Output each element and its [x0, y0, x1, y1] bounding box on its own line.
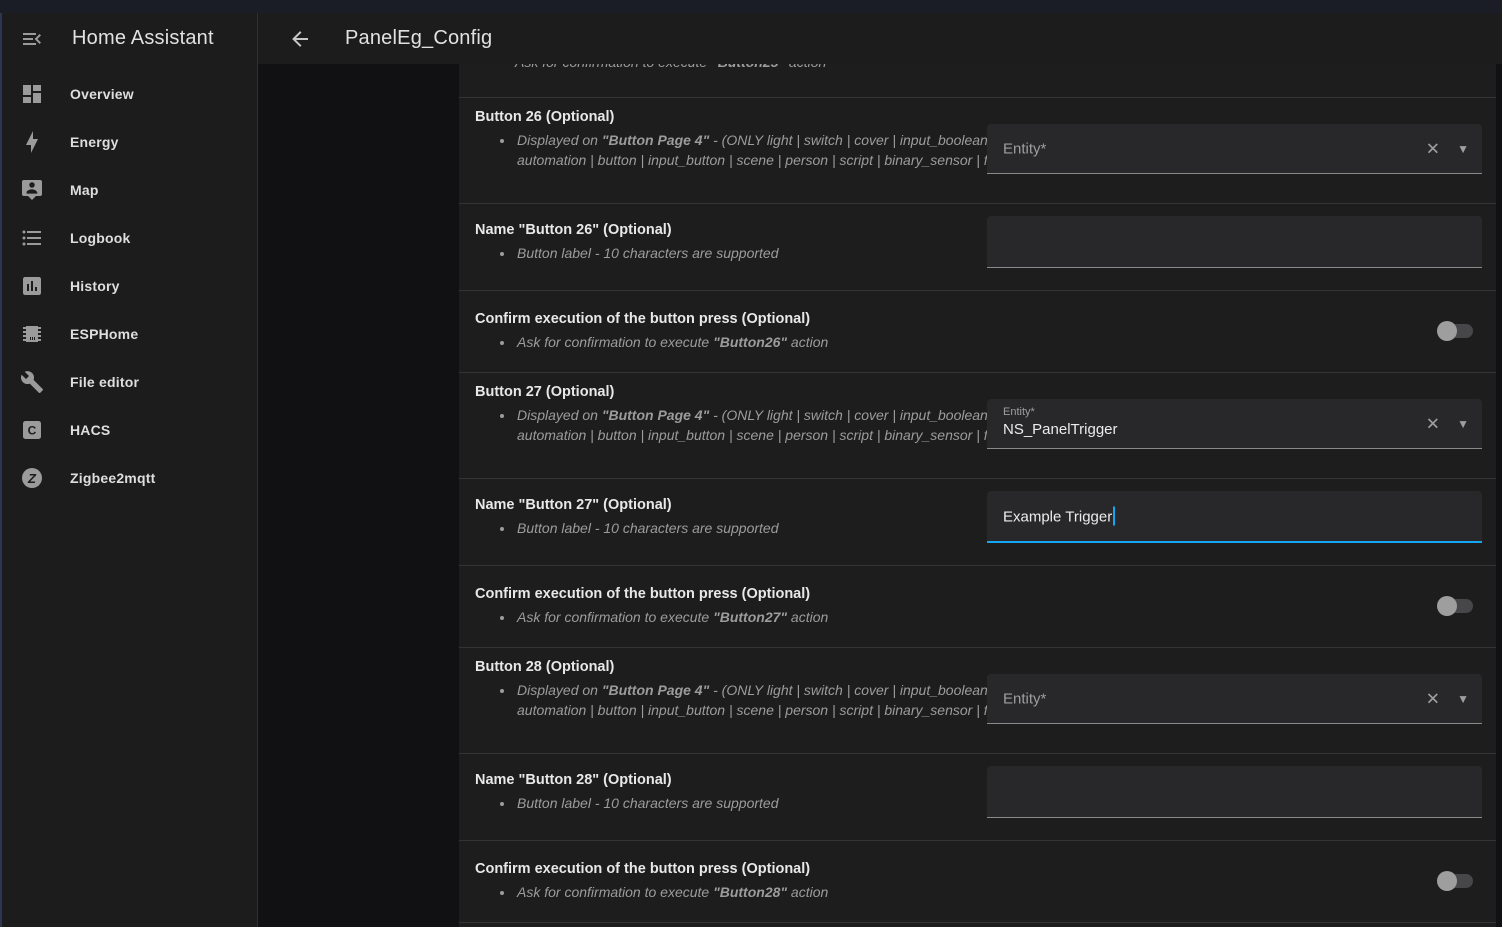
field-description: Button label - 10 characters are support… — [515, 243, 1024, 263]
field-title: Confirm execution of the button press (O… — [475, 311, 1024, 327]
sidebar-item-label: ESPHome — [70, 326, 138, 342]
sidebar-item-label: History — [70, 278, 120, 294]
chip-icon — [20, 322, 44, 346]
row-button-27-confirm: Confirm execution of the button press (O… — [459, 565, 1496, 647]
svg-text:C: C — [28, 424, 37, 438]
window-top-strip — [0, 0, 1502, 13]
svg-text:Z: Z — [27, 471, 37, 486]
toggle-knob — [1437, 871, 1457, 891]
app-root: Home Assistant Overview Energy Map — [0, 13, 1502, 927]
field-title: Button 27 (Optional) — [475, 384, 1024, 400]
row-button-27-entity: Button 27 (Optional) Displayed on "Butto… — [459, 372, 1496, 478]
menu-open-icon[interactable] — [20, 27, 44, 51]
field-title: Confirm execution of the button press (O… — [475, 861, 1024, 877]
zigbee-icon: Z — [20, 466, 44, 490]
entity-picker-button-26[interactable]: Entity* ✕ ▼ — [987, 124, 1482, 174]
entity-picker-button-27[interactable]: Entity* NS_PanelTrigger ✕ ▼ — [987, 399, 1482, 449]
field-description: Displayed on "Button Page 4" - (ONLY lig… — [515, 405, 1024, 445]
clear-icon[interactable]: ✕ — [1426, 140, 1440, 157]
page-header: PanelEg_Config — [258, 13, 1502, 64]
field-description: Ask for confirmation to execute "Button2… — [515, 882, 1024, 902]
toggle-knob — [1437, 321, 1457, 341]
app-title: Home Assistant — [72, 27, 214, 50]
chevron-down-icon[interactable]: ▼ — [1457, 143, 1469, 155]
field-title: Name "Button 28" (Optional) — [475, 772, 1024, 788]
field-title: Confirm execution of the button press (O… — [475, 586, 1024, 602]
field-title: Name "Button 26" (Optional) — [475, 222, 1024, 238]
hacs-icon: C — [20, 418, 44, 442]
text-cursor — [1113, 507, 1115, 526]
view-dashboard-icon — [20, 82, 44, 106]
sidebar: Home Assistant Overview Energy Map — [2, 13, 258, 927]
format-list-bulleted-icon — [20, 226, 44, 250]
row-button-26-name: Name "Button 26" (Optional) Button label… — [459, 203, 1496, 290]
lightning-bolt-icon — [20, 130, 44, 154]
field-description: Button label - 10 characters are support… — [515, 518, 1024, 538]
name-input-button-26[interactable] — [987, 216, 1482, 268]
sidebar-item-map[interactable]: Map — [2, 166, 257, 214]
row-button-28-entity: Button 28 (Optional) Displayed on "Butto… — [459, 647, 1496, 753]
clipped-description: Ask for confirmation to execute "Button2… — [459, 64, 1496, 72]
sidebar-item-label: Map — [70, 182, 99, 198]
sidebar-item-logbook[interactable]: Logbook — [2, 214, 257, 262]
name-input-button-28[interactable] — [987, 766, 1482, 818]
row-button-28-name: Name "Button 28" (Optional) Button label… — [459, 753, 1496, 840]
row-button-28-confirm: Confirm execution of the button press (O… — [459, 840, 1496, 922]
sidebar-item-file-editor[interactable]: File editor — [2, 358, 257, 406]
sidebar-items: Overview Energy Map Logbook — [2, 70, 257, 502]
sidebar-item-label: Logbook — [70, 230, 131, 246]
sidebar-item-esphome[interactable]: ESPHome — [2, 310, 257, 358]
chart-box-icon — [20, 274, 44, 298]
wrench-icon — [20, 370, 44, 394]
sidebar-item-label: Energy — [70, 134, 119, 150]
confirm-toggle-button-28[interactable] — [1437, 871, 1474, 891]
sidebar-item-label: Overview — [70, 86, 134, 102]
sidebar-header: Home Assistant — [2, 13, 257, 64]
confirm-toggle-button-26[interactable] — [1437, 321, 1474, 341]
arrow-left-icon[interactable] — [288, 27, 312, 51]
row-button-27-name: Name "Button 27" (Optional) Button label… — [459, 478, 1496, 565]
page-title: PanelEg_Config — [345, 27, 492, 50]
tooltip-account-icon — [20, 178, 44, 202]
field-description: Ask for confirmation to execute "Button2… — [515, 332, 1024, 352]
sidebar-item-overview[interactable]: Overview — [2, 70, 257, 118]
field-description: Displayed on "Button Page 4" - (ONLY lig… — [515, 130, 1024, 170]
chevron-down-icon[interactable]: ▼ — [1457, 693, 1469, 705]
clipped-row-confirm-button25: Ask for confirmation to execute "Button2… — [459, 64, 1496, 97]
entity-value: NS_PanelTrigger — [1003, 421, 1118, 438]
sidebar-item-label: Zigbee2mqtt — [70, 470, 155, 486]
entity-placeholder: Entity* — [1003, 690, 1046, 707]
field-title: Name "Button 27" (Optional) — [475, 497, 1024, 513]
config-form-card: Ask for confirmation to execute "Button2… — [459, 64, 1496, 927]
field-title: Button 28 (Optional) — [475, 659, 1024, 675]
clear-icon[interactable]: ✕ — [1426, 690, 1440, 707]
entity-label: Entity* — [1003, 406, 1035, 418]
clear-icon[interactable]: ✕ — [1426, 415, 1440, 432]
chevron-down-icon[interactable]: ▼ — [1457, 418, 1469, 430]
content-area: Ask for confirmation to execute "Button2… — [258, 64, 1502, 927]
confirm-toggle-button-27[interactable] — [1437, 596, 1474, 616]
sidebar-item-label: File editor — [70, 374, 139, 390]
row-button-26-confirm: Confirm execution of the button press (O… — [459, 290, 1496, 372]
field-title: Button 26 (Optional) — [475, 109, 1024, 125]
sidebar-item-zigbee2mqtt[interactable]: Z Zigbee2mqtt — [2, 454, 257, 502]
name-input-button-27[interactable]: Example Trigger — [987, 491, 1482, 543]
sidebar-item-hacs[interactable]: C HACS — [2, 406, 257, 454]
field-description: Ask for confirmation to execute "Button2… — [515, 607, 1024, 627]
sidebar-item-energy[interactable]: Energy — [2, 118, 257, 166]
sidebar-item-label: HACS — [70, 422, 110, 438]
field-description: Button label - 10 characters are support… — [515, 793, 1024, 813]
entity-placeholder: Entity* — [1003, 140, 1046, 157]
next-row-edge — [459, 922, 1496, 927]
entity-picker-button-28[interactable]: Entity* ✕ ▼ — [987, 674, 1482, 724]
field-description: Displayed on "Button Page 4" - (ONLY lig… — [515, 680, 1024, 720]
toggle-knob — [1437, 596, 1457, 616]
main-area: PanelEg_Config Ask for confirmation to e… — [258, 13, 1502, 927]
row-button-26-entity: Button 26 (Optional) Displayed on "Butto… — [459, 97, 1496, 203]
sidebar-item-history[interactable]: History — [2, 262, 257, 310]
